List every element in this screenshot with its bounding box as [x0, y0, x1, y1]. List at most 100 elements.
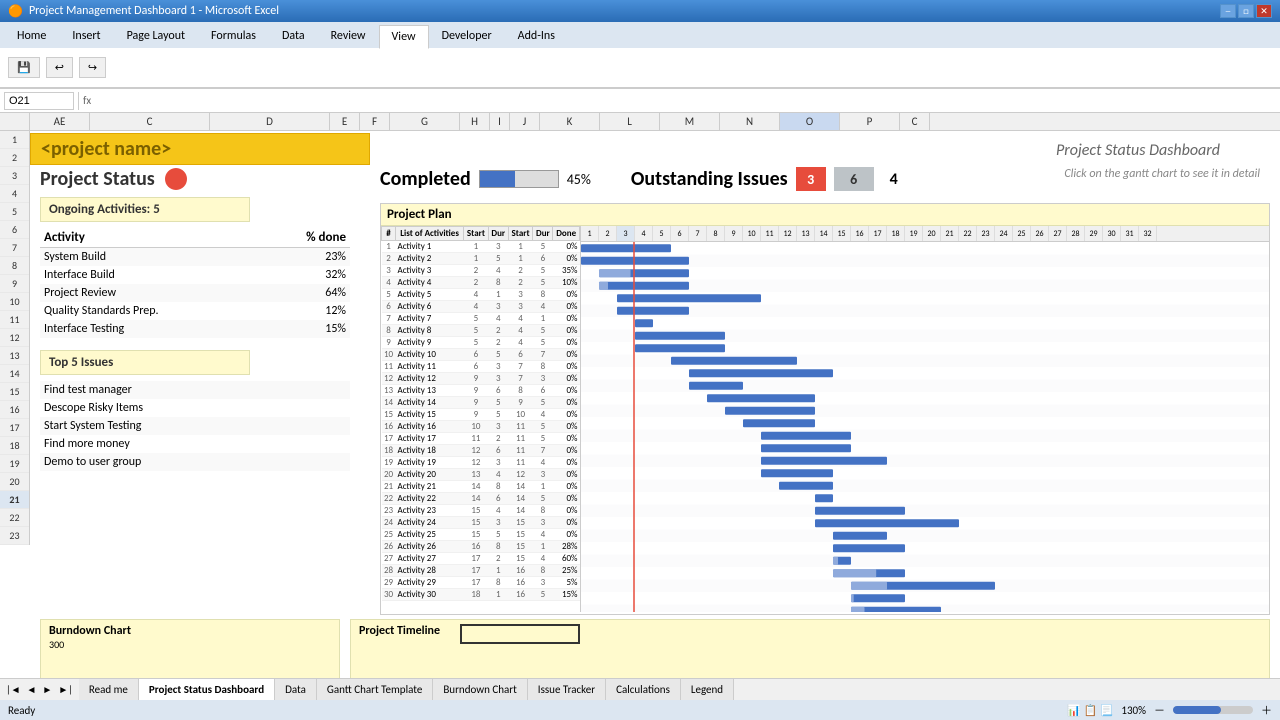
- tab-insert[interactable]: Insert: [59, 24, 113, 48]
- issue-item: Demo to user group: [40, 453, 350, 471]
- col-header-g[interactable]: G: [390, 113, 460, 130]
- redo-btn[interactable]: ↪: [79, 57, 106, 78]
- close-btn[interactable]: ✕: [1256, 4, 1272, 18]
- sheet-tab-issue-tracker[interactable]: Issue Tracker: [528, 679, 606, 700]
- gantt-svg[interactable]: [581, 242, 1269, 612]
- tab-data[interactable]: Data: [269, 24, 318, 48]
- progress-bar[interactable]: [479, 170, 559, 188]
- gantt-bars-area[interactable]: [581, 242, 1269, 612]
- activity-pct: 64%: [263, 284, 350, 302]
- gantt-row: 13 Activity 13 9 6 8 6 0%: [382, 385, 580, 397]
- gantt-col-19: 19: [905, 226, 923, 241]
- gantt-chart-area[interactable]: 1234567891011121314151617181920212223242…: [581, 226, 1269, 612]
- tab-home[interactable]: Home: [4, 24, 59, 48]
- col-header-k[interactable]: K: [540, 113, 600, 130]
- gantt-col-20: 20: [923, 226, 941, 241]
- gantt-hint: Click on the gantt chart to see it in de…: [1064, 167, 1260, 181]
- gantt-col-num: #: [382, 227, 396, 241]
- gantt-col-6: 6: [671, 226, 689, 241]
- function-icon: fx: [83, 94, 91, 107]
- col-header-h[interactable]: H: [460, 113, 490, 130]
- gantt-row: 22 Activity 22 14 6 14 5 0%: [382, 493, 580, 505]
- issue-item: Start System Testing: [40, 417, 350, 435]
- tab-view[interactable]: View: [379, 25, 429, 49]
- col-header-f[interactable]: F: [360, 113, 390, 130]
- gantt-col-10: 10: [743, 226, 761, 241]
- tab-addins[interactable]: Add-Ins: [505, 24, 568, 48]
- timeline-box-inner[interactable]: [460, 624, 580, 644]
- tab-ctrl-next[interactable]: ►: [40, 683, 54, 696]
- sheet-tab-gantt-chart-template[interactable]: Gantt Chart Template: [317, 679, 433, 700]
- tab-ctrl-first[interactable]: |◄: [4, 683, 23, 696]
- cell-reference[interactable]: [4, 92, 74, 110]
- save-btn[interactable]: 💾: [8, 57, 40, 78]
- tab-review[interactable]: Review: [318, 24, 379, 48]
- sheet-tab-legend[interactable]: Legend: [681, 679, 734, 700]
- ongoing-label: Ongoing Activities: 5: [49, 202, 160, 217]
- gantt-data-table: # List of Activities Start Dur Start Dur…: [381, 226, 580, 601]
- restore-btn[interactable]: □: [1238, 4, 1254, 18]
- sheet-tab-read-me[interactable]: Read me: [79, 679, 139, 700]
- gantt-area[interactable]: Project Plan # List of Activities Start: [380, 203, 1270, 615]
- burndown-chart[interactable]: 300: [49, 638, 331, 674]
- gantt-row: 4 Activity 4 2 8 2 5 10%: [382, 277, 580, 289]
- activity-name: Interface Build: [40, 266, 263, 284]
- status-indicator-red: [165, 168, 187, 190]
- completed-section: Completed 45%: [380, 167, 591, 191]
- gantt-col-1: 1: [581, 226, 599, 241]
- gantt-col-28: 28: [1067, 226, 1085, 241]
- activity-row: Quality Standards Prep.12%: [40, 302, 350, 320]
- col-header-e[interactable]: E: [330, 113, 360, 130]
- tab-ctrl-prev[interactable]: ◄: [25, 683, 39, 696]
- col-header-p[interactable]: P: [840, 113, 900, 130]
- undo-btn[interactable]: ↩: [46, 57, 73, 78]
- gantt-col-14: 14: [815, 226, 833, 241]
- col-header-n[interactable]: N: [720, 113, 780, 130]
- gantt-col-25: 25: [1013, 226, 1031, 241]
- ribbon-content: 💾 ↩ ↪: [0, 48, 1280, 88]
- issue-item: Find more money: [40, 435, 350, 453]
- formula-input[interactable]: [95, 95, 1276, 107]
- sheet-tab-project-status-dashboard[interactable]: Project Status Dashboard: [139, 679, 275, 700]
- sheet-tab-calculations[interactable]: Calculations: [606, 679, 681, 700]
- tab-page-layout[interactable]: Page Layout: [114, 24, 198, 48]
- col-header-d[interactable]: D: [210, 113, 330, 130]
- project-name-text: <project name>: [41, 137, 171, 161]
- col-header-ae[interactable]: AE: [30, 113, 90, 130]
- col-header-m[interactable]: M: [660, 113, 720, 130]
- top5-label: Top 5 Issues: [49, 355, 113, 370]
- tab-ctrl-last[interactable]: ►|: [56, 683, 75, 696]
- col-header-j[interactable]: J: [510, 113, 540, 130]
- gantt-col-s1: Start: [464, 227, 489, 241]
- ribbon-group-quick: 💾 ↩ ↪: [8, 57, 106, 78]
- col-header-o[interactable]: O: [780, 113, 840, 130]
- tab-developer[interactable]: Developer: [429, 24, 505, 48]
- project-name-cell[interactable]: <project name>: [30, 133, 370, 165]
- activity-name: System Build: [40, 248, 263, 267]
- col-header-i[interactable]: I: [490, 113, 510, 130]
- zoom-in-icon[interactable]: ＋: [1261, 702, 1272, 718]
- timeline-title: Project Timeline: [359, 624, 440, 638]
- gantt-col-26: 26: [1031, 226, 1049, 241]
- gantt-row: 15 Activity 15 9 5 10 4 0%: [382, 409, 580, 421]
- gantt-col-4: 4: [635, 226, 653, 241]
- gantt-row: 16 Activity 16 10 3 11 5 0%: [382, 421, 580, 433]
- title-bar-text: Project Management Dashboard 1 - Microso…: [29, 4, 279, 18]
- minimize-btn[interactable]: ─: [1220, 4, 1236, 18]
- col-header-l[interactable]: L: [600, 113, 660, 130]
- gantt-row: 25 Activity 25 15 5 15 4 0%: [382, 529, 580, 541]
- zoom-slider[interactable]: [1173, 706, 1253, 714]
- title-bar-controls[interactable]: ─ □ ✕: [1220, 4, 1272, 18]
- zoom-out-icon[interactable]: －: [1154, 702, 1165, 718]
- status-zoom: 130%: [1121, 704, 1146, 717]
- activity-row: Interface Build32%: [40, 266, 350, 284]
- col-header-c2[interactable]: C: [900, 113, 930, 130]
- gantt-col-21: 21: [941, 226, 959, 241]
- sheet-tab-data[interactable]: Data: [275, 679, 317, 700]
- gantt-row: 1 Activity 1 1 3 1 5 0%: [382, 241, 580, 253]
- col-header-c[interactable]: C: [90, 113, 210, 130]
- sheet-tab-burndown-chart[interactable]: Burndown Chart: [433, 679, 527, 700]
- activity-row: System Build23%: [40, 248, 350, 267]
- tab-formulas[interactable]: Formulas: [198, 24, 269, 48]
- dashboard-subtitle: Project Status Dashboard: [1056, 141, 1220, 160]
